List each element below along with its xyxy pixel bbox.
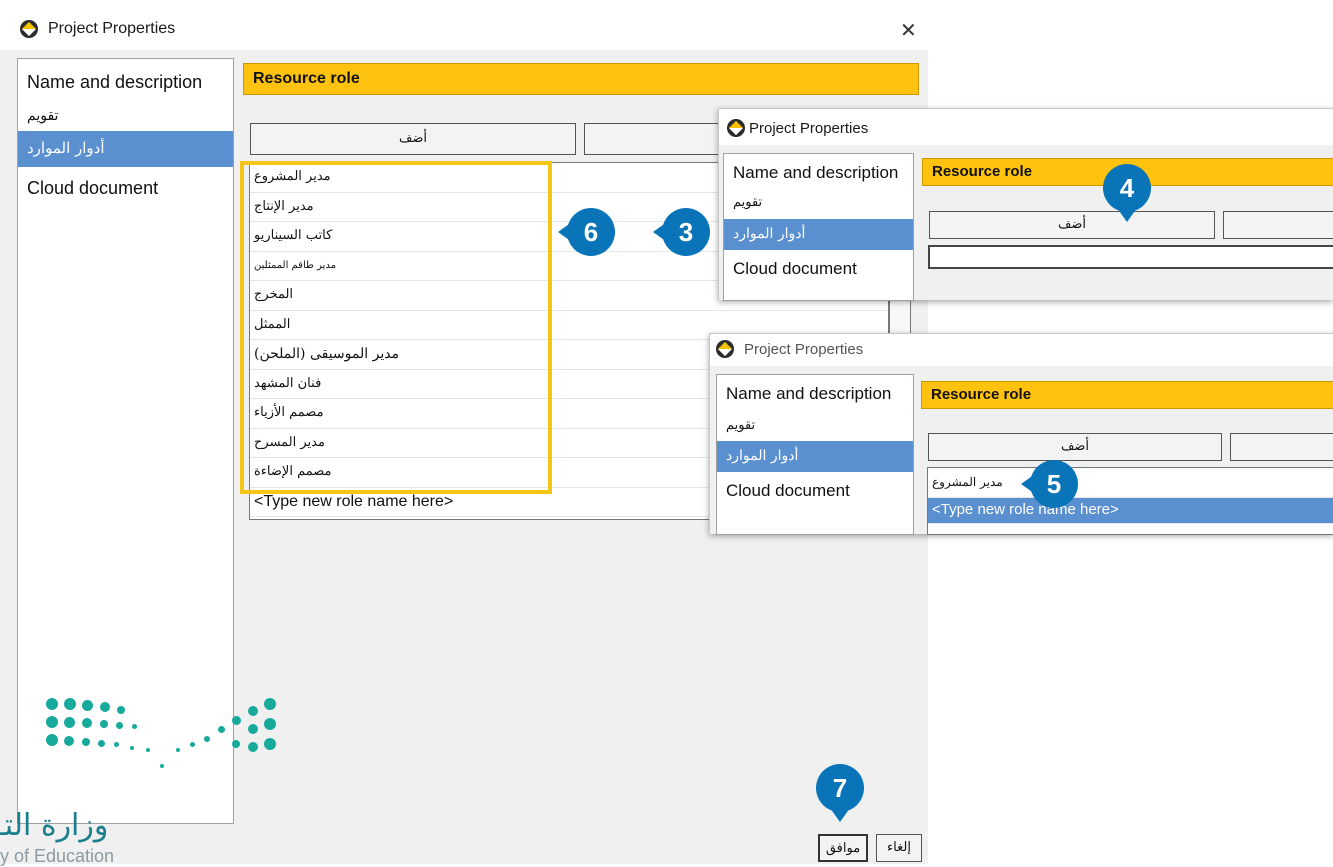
step-marker-5: 5 [1021, 460, 1078, 508]
inset1-category-nav: Name and description تقويم أدوار الموارد… [723, 153, 914, 301]
nav-name-and-description[interactable]: Name and description [18, 69, 233, 97]
nav-calendar[interactable]: تقويم [717, 415, 913, 437]
new-role-input-row[interactable]: <Type new role name here> [928, 498, 1333, 524]
nav-resource-roles[interactable]: أدوار الموارد [724, 219, 913, 250]
inset1-add-role-button[interactable]: أضف [929, 211, 1215, 239]
nav-resource-roles[interactable]: أدوار الموارد [717, 441, 913, 472]
role-row[interactable]: مدير المشروع [928, 468, 1333, 498]
nav-name-and-description[interactable]: Name and description [717, 381, 913, 407]
cancel-button[interactable]: إلغاء [876, 834, 922, 862]
inset1-roles-list[interactable] [928, 245, 1333, 269]
inset-dialog-step3-4: Project Properties Name and description … [718, 108, 1333, 301]
project-app-icon [716, 340, 734, 358]
main-titlebar: Project Properties ✕ [0, 8, 928, 50]
inset1-delete-role-button[interactable] [1223, 211, 1333, 239]
ministry-logo: وزارة التـ ry of Education [0, 690, 300, 866]
inset2-titlebar: Project Properties [710, 334, 1333, 366]
nav-calendar[interactable]: تقويم [18, 104, 233, 128]
inset2-add-role-button[interactable]: أضف [928, 433, 1222, 461]
inset2-category-nav: Name and description تقويم أدوار الموارد… [716, 374, 914, 535]
roles-highlight-box [240, 161, 552, 494]
inset2-title: Project Properties [744, 341, 864, 358]
add-role-button[interactable]: أضف [250, 123, 576, 155]
project-app-icon [727, 119, 745, 137]
nav-cloud-document[interactable]: Cloud document [724, 256, 913, 282]
step-marker-7: 7 [816, 764, 864, 822]
nav-resource-roles[interactable]: أدوار الموارد [18, 131, 233, 167]
step-marker-3: 3 [653, 208, 710, 256]
logo-arabic-text: وزارة التـ [0, 808, 109, 843]
inset-dialog-step5: Project Properties Name and description … [709, 333, 1333, 535]
nav-calendar[interactable]: تقويم [724, 192, 913, 214]
resource-role-header: Resource role [243, 63, 919, 95]
project-app-icon [20, 20, 38, 38]
logo-dots [40, 690, 290, 780]
dialog-title: Project Properties [48, 20, 176, 37]
inset2-roles-list[interactable]: مدير المشروع <Type new role name here> [927, 467, 1333, 535]
nav-cloud-document[interactable]: Cloud document [717, 478, 913, 504]
inset2-delete-role-button[interactable] [1230, 433, 1333, 461]
inset2-resource-role-header: Resource role [921, 381, 1333, 409]
close-icon[interactable]: ✕ [900, 18, 917, 43]
nav-cloud-document[interactable]: Cloud document [18, 175, 233, 203]
ok-button[interactable]: موافق [818, 834, 868, 862]
inset1-titlebar: Project Properties [719, 109, 1333, 145]
step-marker-6: 6 [558, 208, 615, 256]
nav-name-and-description[interactable]: Name and description [724, 160, 913, 186]
step-marker-4: 4 [1103, 164, 1151, 222]
inset1-title: Project Properties [749, 120, 869, 137]
